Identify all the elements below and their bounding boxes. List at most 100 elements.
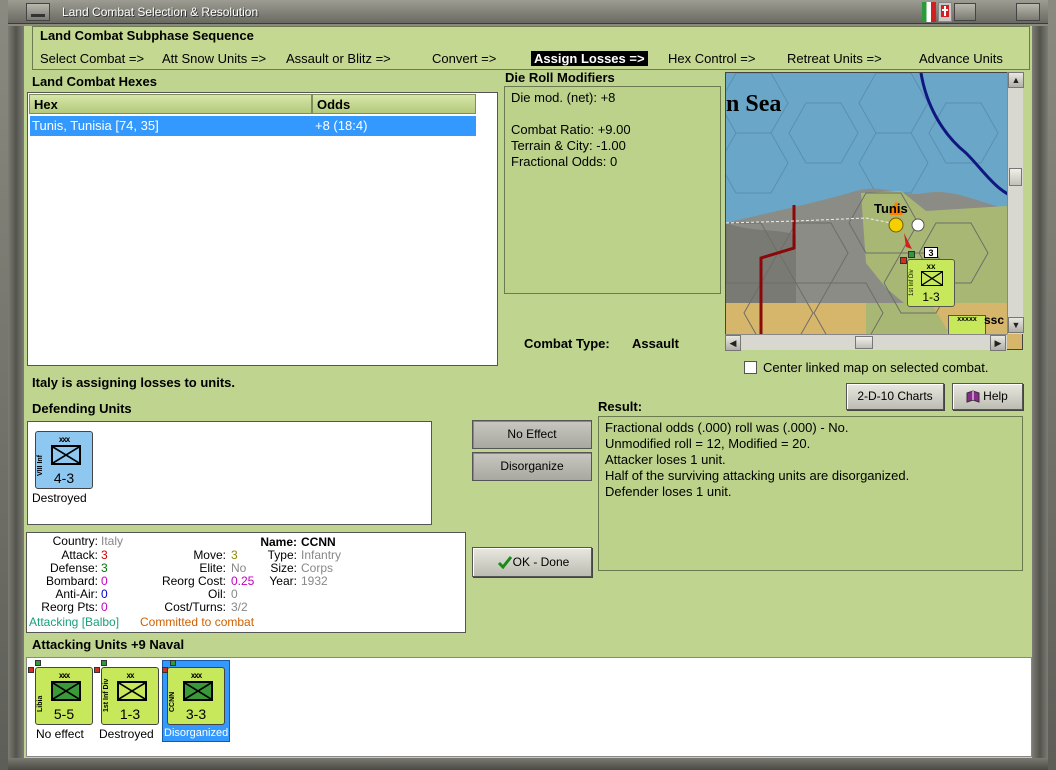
- map-vertical-scrollbar[interactable]: ▲ ▼: [1007, 72, 1024, 334]
- step-advance-units: Advance Units: [919, 51, 1003, 66]
- status-dot-icon: [101, 660, 107, 666]
- hex-cell: Tunis, Tunisia [74, 35]: [32, 118, 159, 133]
- infantry-symbol-icon: [183, 681, 213, 701]
- map-unit-counter[interactable]: xx 1-3 1st Inf Div: [907, 259, 955, 307]
- cost-turns-value: 3/2: [231, 600, 248, 614]
- step-select-combat: Select Combat =>: [40, 51, 145, 66]
- modifier-terrain: Terrain & City: -1.00: [511, 138, 626, 153]
- step-convert: Convert =>: [432, 51, 497, 66]
- map-stack-unit[interactable]: xxxxx: [948, 315, 986, 335]
- infantry-symbol-icon: [921, 271, 943, 286]
- attacking-unit-counter[interactable]: xx 1st Inf Div 1-3: [101, 667, 159, 725]
- unit-strength-label: 4-3: [53, 470, 75, 486]
- checkmark-icon: [497, 556, 513, 570]
- close-button[interactable]: [1016, 3, 1040, 21]
- result-line: Fractional odds (.000) roll was (.000) -…: [605, 420, 849, 435]
- defending-unit-counter[interactable]: xxx VIII Inf 4-3: [35, 431, 93, 489]
- column-header-odds[interactable]: Odds: [312, 94, 476, 114]
- step-hex-control: Hex Control =>: [668, 51, 756, 66]
- help-book-icon: [966, 390, 980, 403]
- anti-air-value: 0: [101, 587, 108, 601]
- charts-button[interactable]: 2-D-10 Charts: [846, 383, 944, 410]
- status-message: Italy is assigning losses to units.: [32, 375, 235, 390]
- land-combat-hexes-list[interactable]: Hex Odds Tunis, Tunisia [74, 35] +8 (18:…: [27, 92, 498, 366]
- disorganize-button[interactable]: Disorganize: [472, 452, 592, 481]
- map-stack-count: 3: [924, 247, 938, 258]
- attacking-unit-status: No effect: [36, 727, 84, 741]
- system-menu-button[interactable]: [26, 3, 50, 21]
- map-sea-label: n Sea: [726, 91, 782, 117]
- map-horizontal-scrollbar[interactable]: ◀ ▶: [725, 334, 1007, 351]
- step-retreat-units: Retreat Units =>: [787, 51, 882, 66]
- land-combat-hexes-heading: Land Combat Hexes: [32, 74, 157, 89]
- vertical-scroll-thumb[interactable]: [1009, 168, 1022, 186]
- unit-strength-label: 1-3: [119, 706, 141, 722]
- result-line: Unmodified roll = 12, Modified = 20.: [605, 436, 811, 451]
- country-value: Italy: [101, 534, 124, 548]
- result-line: Half of the surviving attacking units ar…: [605, 468, 910, 483]
- elite-label: Elite:: [199, 561, 226, 575]
- reorg-cost-label: Reorg Cost:: [161, 574, 226, 588]
- anti-air-label: Anti-Air:: [55, 587, 98, 601]
- scroll-up-arrow-icon[interactable]: ▲: [1008, 72, 1024, 88]
- defense-label: Defense:: [49, 561, 98, 575]
- ok-done-button[interactable]: OK - Done: [472, 547, 592, 577]
- scroll-right-arrow-icon[interactable]: ▶: [990, 335, 1006, 351]
- size-value: Corps: [301, 561, 334, 575]
- name-value: CCNN: [301, 535, 336, 549]
- table-row[interactable]: Tunis, Tunisia [74, 35] +8 (18:4): [30, 116, 476, 136]
- country-label: Country:: [52, 534, 98, 548]
- center-map-checkbox[interactable]: [744, 361, 757, 374]
- modifier-combat-ratio: Combat Ratio: +9.00: [511, 122, 631, 137]
- attacking-note: Attacking [Balbo]: [29, 615, 120, 629]
- defending-unit-status: Destroyed: [32, 491, 87, 505]
- map-unit-side-label: 1st Inf Div: [909, 269, 915, 296]
- no-effect-button[interactable]: No Effect: [472, 420, 592, 449]
- unit-size-label: xxx: [58, 671, 70, 680]
- linked-map[interactable]: n Sea Tunis 3 xx 1-3 1st Inf Div xxxxx s…: [725, 72, 1023, 350]
- bombard-label: Bombard:: [45, 574, 98, 588]
- help-button[interactable]: Help: [952, 383, 1023, 410]
- unit-size-label: xxx: [58, 435, 70, 444]
- attacking-unit-counter[interactable]: xxx Libia 5-5: [35, 667, 93, 725]
- size-label: Size:: [270, 561, 297, 575]
- status-dot-icon: [28, 667, 34, 673]
- map-stack-size: xxxxx: [957, 316, 977, 323]
- status-dot-icon: [900, 257, 907, 264]
- unit-size-label: xx: [126, 671, 135, 680]
- center-map-label: Center linked map on selected combat.: [763, 360, 989, 375]
- title-bar[interactable]: Land Combat Selection & Resolution: [8, 0, 1048, 24]
- die-roll-modifiers-heading: Die Roll Modifiers: [505, 70, 615, 85]
- scroll-down-arrow-icon[interactable]: ▼: [1008, 317, 1024, 333]
- attack-value: 3: [101, 548, 108, 562]
- die-roll-modifiers-panel: Die mod. (net): +8 Combat Ratio: +9.00 T…: [504, 86, 721, 294]
- minimize-icon: [31, 14, 45, 17]
- left-frame-rail: [8, 26, 24, 758]
- horizontal-scroll-thumb[interactable]: [855, 336, 873, 349]
- window-title: Land Combat Selection & Resolution: [62, 5, 259, 19]
- unit-size-label: xxx: [190, 671, 202, 680]
- result-line: Defender loses 1 unit.: [605, 484, 732, 499]
- status-dot-icon: [94, 667, 100, 673]
- attacking-unit-counter[interactable]: xxx CCNN 3-3: [167, 667, 225, 725]
- attacking-unit-status: Disorganized: [164, 727, 229, 739]
- result-heading: Result:: [598, 399, 643, 414]
- status-dot-icon: [35, 660, 41, 666]
- infantry-symbol-icon: [51, 445, 81, 465]
- status-dot-icon: [170, 660, 176, 666]
- savoy-shield-icon: [938, 2, 952, 22]
- reorg-pts-label: Reorg Pts:: [41, 600, 98, 614]
- cost-turns-label: Cost/Turns:: [164, 600, 226, 614]
- result-panel: Fractional odds (.000) roll was (.000) -…: [598, 416, 1023, 571]
- move-label: Move:: [193, 548, 226, 562]
- oil-value: 0: [231, 587, 238, 601]
- reorg-cost-value: 0.25: [231, 574, 255, 588]
- combat-type-value: Assault: [632, 336, 679, 351]
- restore-button[interactable]: [954, 3, 976, 21]
- attack-label: Attack:: [61, 548, 98, 562]
- oil-label: Oil:: [208, 587, 226, 601]
- committed-note: Committed to combat: [140, 615, 255, 629]
- unit-strength-label: 5-5: [53, 706, 75, 722]
- column-header-hex[interactable]: Hex: [29, 94, 312, 114]
- scroll-left-arrow-icon[interactable]: ◀: [725, 335, 741, 351]
